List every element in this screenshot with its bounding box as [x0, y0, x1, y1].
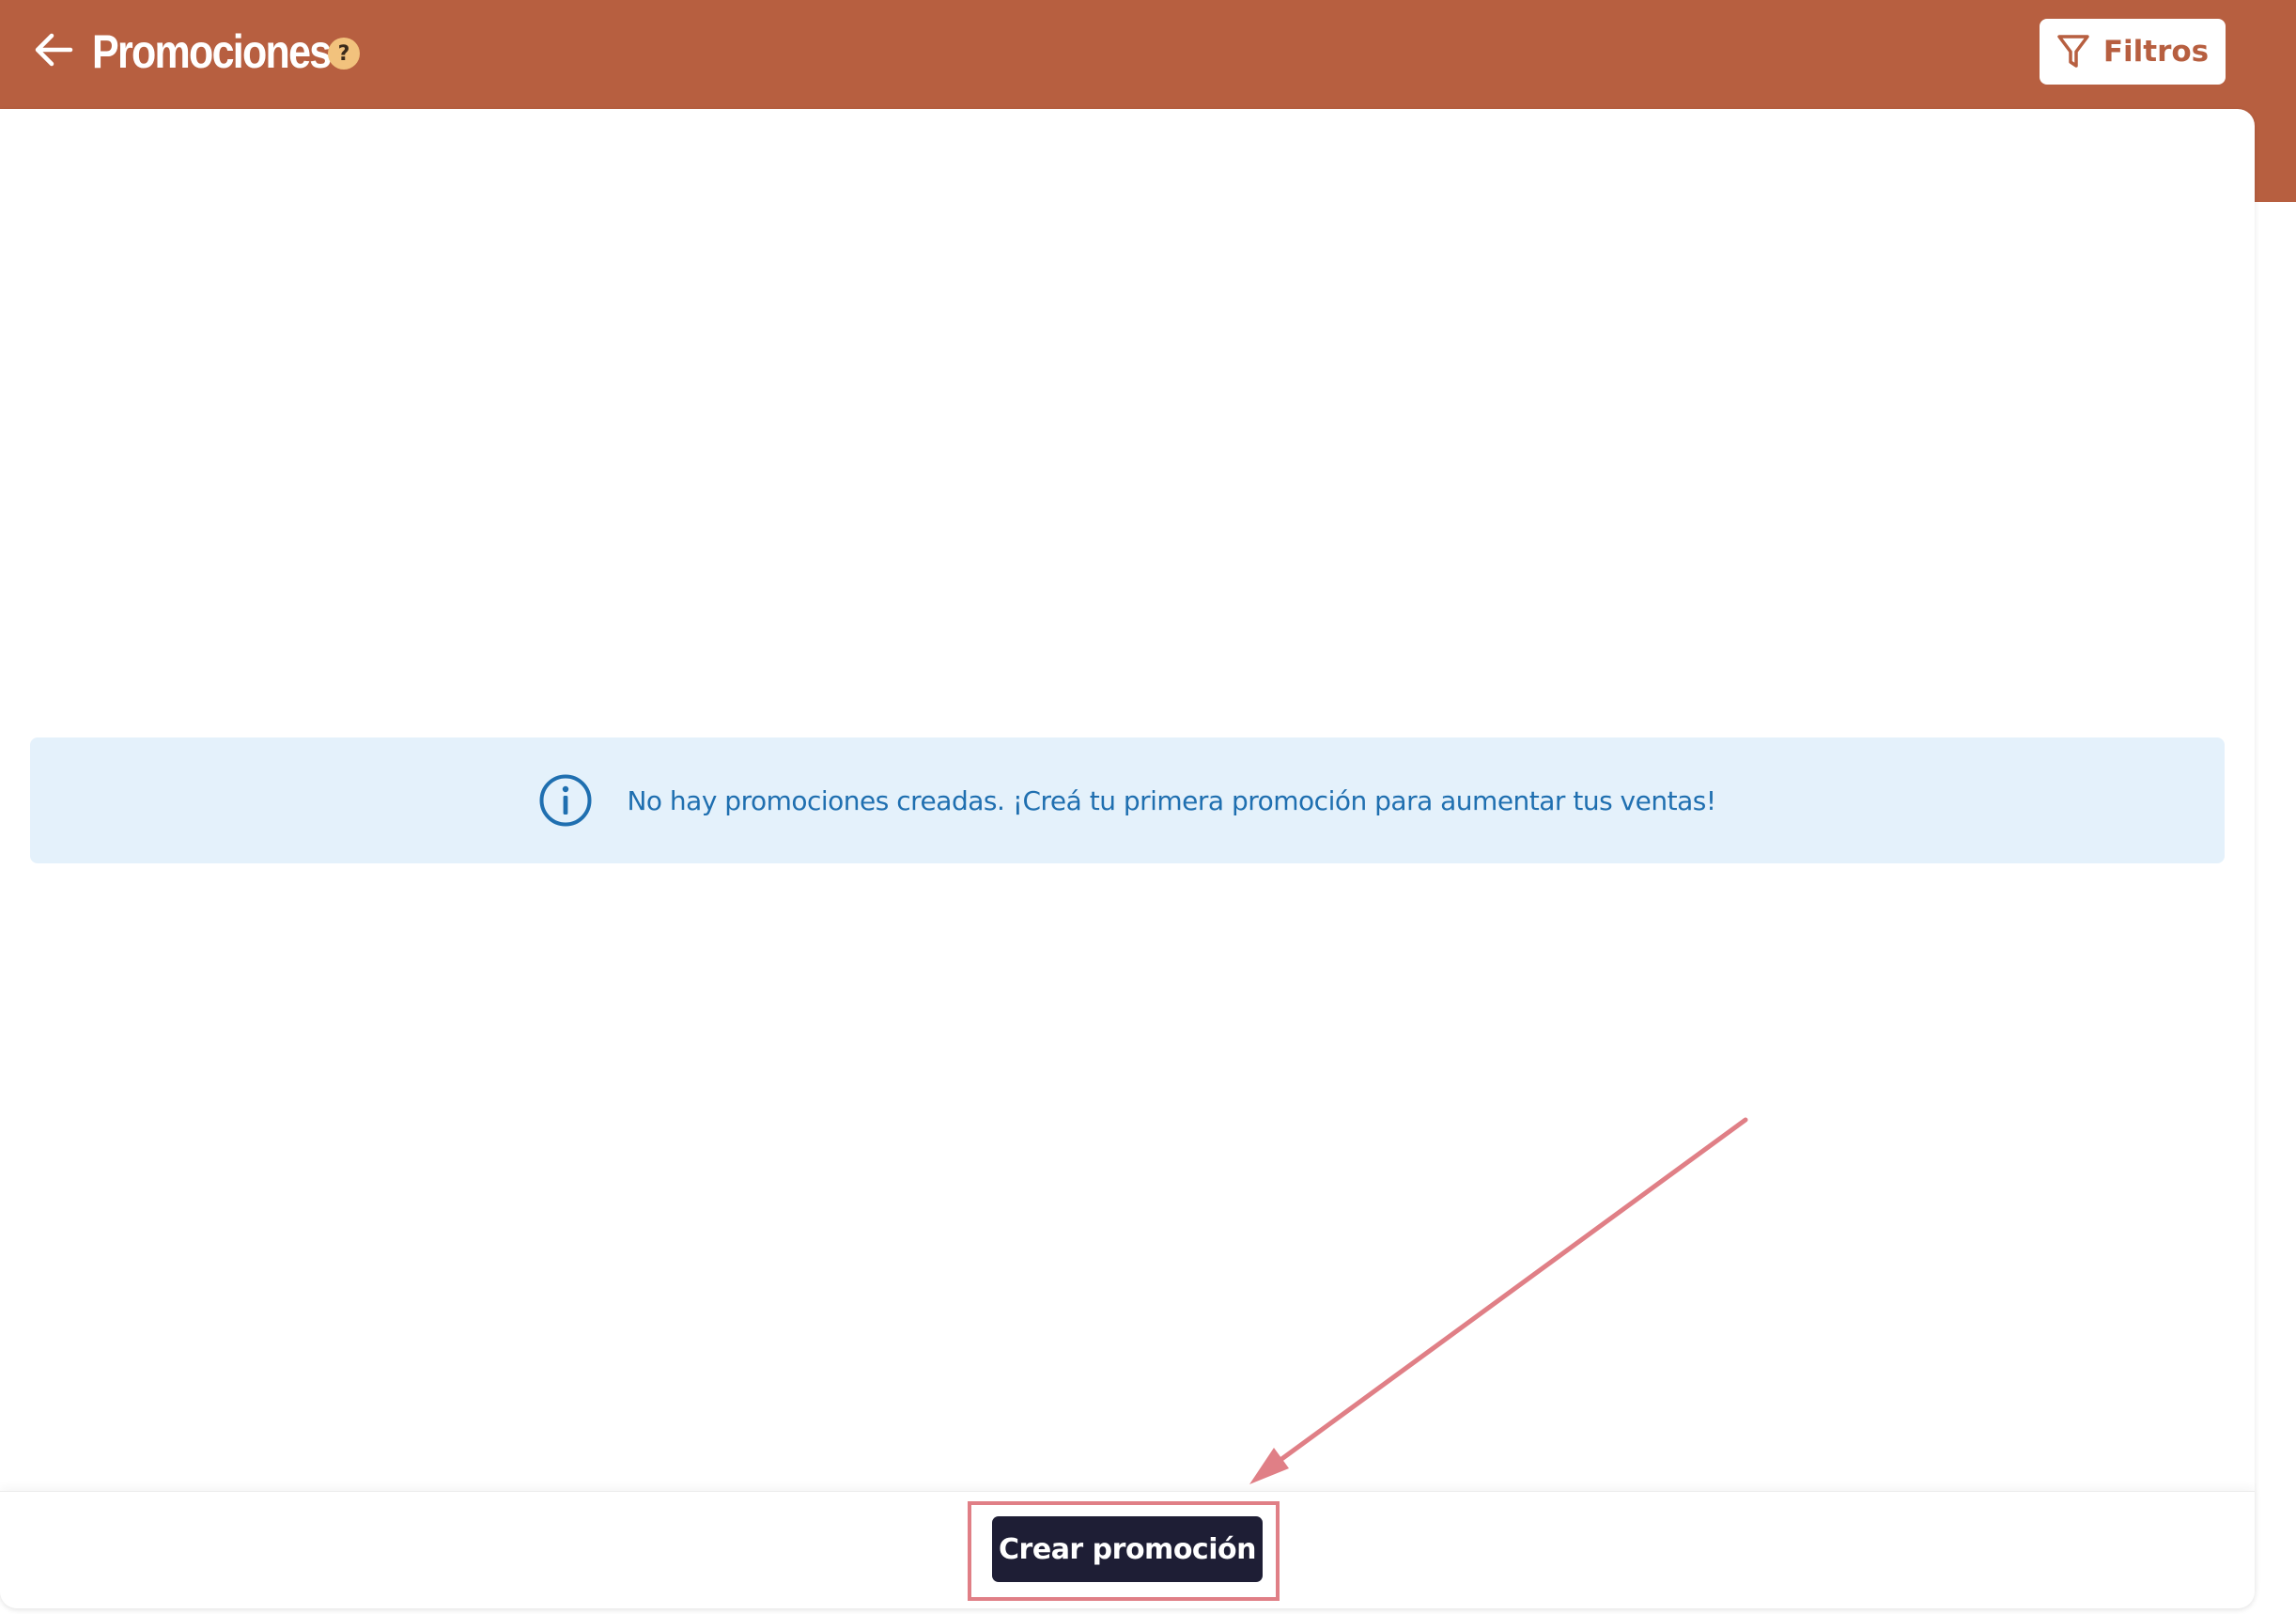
funnel-icon	[2057, 35, 2089, 68]
create-promotion-button[interactable]: Crear promoción	[992, 1516, 1263, 1582]
page-title: Promociones	[92, 25, 332, 78]
back-button[interactable]	[28, 24, 79, 75]
arrow-left-icon	[35, 33, 73, 67]
empty-state-message: No hay promociones creadas. ¡Creá tu pri…	[627, 784, 1716, 816]
filters-button[interactable]: Filtros	[2040, 19, 2226, 85]
filters-button-label: Filtros	[2102, 35, 2210, 69]
empty-state-alert: No hay promociones creadas. ¡Creá tu pri…	[30, 737, 2225, 863]
help-icon[interactable]: ?	[328, 38, 360, 70]
info-circle-icon	[539, 774, 592, 827]
